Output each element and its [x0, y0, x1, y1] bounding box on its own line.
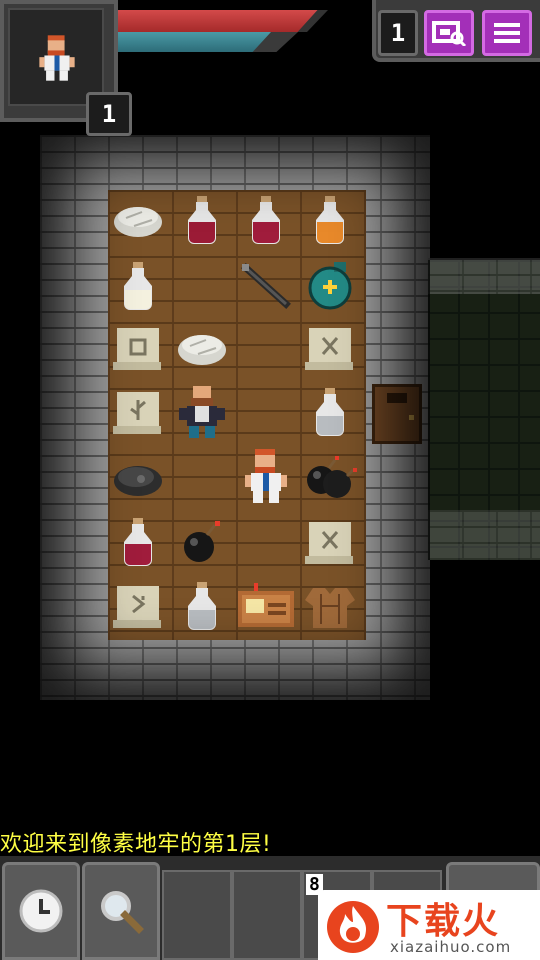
item-dark-stone[interactable] [108, 448, 168, 508]
dark-room-wall [428, 258, 540, 294]
hero-warrior[interactable] [236, 446, 296, 506]
npc-shopkeeper[interactable] [172, 382, 232, 442]
door-window [387, 393, 407, 403]
item-leather-armor[interactable] [300, 576, 360, 636]
item-scroll[interactable] [300, 512, 360, 572]
journal-button[interactable] [424, 10, 474, 56]
item-scroll[interactable] [108, 382, 168, 442]
item-potion-crimson[interactable] [236, 190, 296, 250]
item-stone[interactable] [172, 318, 232, 378]
flame-logo-icon [327, 901, 379, 953]
hero-level-badge: 1 [86, 92, 132, 136]
clock-icon [19, 889, 63, 933]
item-potion-crimson[interactable] [108, 512, 168, 572]
search-button[interactable] [82, 862, 160, 960]
item-scroll[interactable] [300, 318, 360, 378]
wooden-door[interactable] [372, 384, 422, 444]
item-potion-amber[interactable] [300, 190, 360, 250]
depth-indicator: 1 [378, 10, 418, 56]
dungeon-map[interactable] [0, 0, 540, 960]
dark-room-wall-bottom [428, 510, 540, 560]
item-potion-milky[interactable] [108, 256, 168, 316]
item-treasure-chest[interactable] [236, 576, 296, 636]
game-log-message: 欢迎来到像素地牢的第1层! [0, 832, 272, 857]
quickslot-1[interactable] [162, 870, 232, 960]
wait-button[interactable] [2, 862, 80, 960]
item-potion-crimson[interactable] [172, 190, 232, 250]
item-potion-clear[interactable] [300, 382, 360, 442]
magnifier-icon [101, 891, 144, 934]
menu-icon [494, 23, 520, 43]
item-seed-pouch[interactable] [300, 254, 360, 314]
item-stone[interactable] [108, 190, 168, 250]
journal-icon [432, 21, 467, 46]
item-wand[interactable] [236, 256, 296, 316]
item-bombs[interactable] [300, 446, 360, 506]
door-handle [409, 415, 414, 420]
hero-portrait-icon [39, 35, 75, 81]
xp-bar-fill [118, 32, 271, 52]
item-potion-clear[interactable] [172, 576, 232, 636]
item-scroll[interactable] [108, 576, 168, 636]
watermark-url: xiazaihuo.com [390, 938, 512, 956]
quickslot-2[interactable] [232, 870, 302, 960]
watermark-title: 下载火 [386, 901, 501, 942]
item-scroll[interactable] [108, 318, 168, 378]
hp-bar-fill [118, 10, 318, 32]
item-bomb[interactable] [172, 512, 232, 572]
menu-button[interactable] [482, 10, 532, 56]
